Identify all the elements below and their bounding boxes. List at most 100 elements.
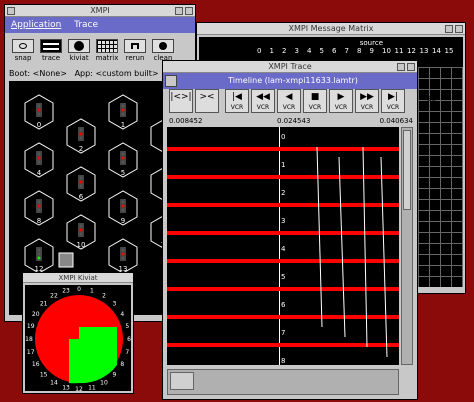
light-lamp (37, 152, 41, 156)
vcr-play-button[interactable]: ▶ VCR (329, 89, 353, 113)
main-title: XMPI (90, 6, 110, 15)
light-lamp (121, 208, 125, 212)
time-start: 0.008452 (169, 117, 203, 125)
timeline-menu-icon[interactable] (165, 75, 177, 87)
vcr-fast-rewind-button[interactable]: ◀◀ VCR (251, 89, 275, 113)
light-lamp (37, 156, 41, 160)
matrix-column-number: 15 (444, 47, 454, 55)
light-lamp (37, 160, 41, 164)
timeline-horizontal-scrollbar[interactable] (167, 369, 399, 395)
matrix-column-number: 11 (394, 47, 404, 55)
maximize-icon[interactable] (185, 7, 193, 15)
trace-button[interactable]: trace (39, 39, 63, 65)
rerun-icon (124, 39, 146, 53)
horizontal-scroll-thumb[interactable] (170, 372, 194, 390)
dial-number: 0 (77, 286, 81, 293)
dial-number: 14 (50, 379, 58, 386)
light-lamp (79, 184, 83, 188)
light-lamp (79, 136, 83, 140)
timeline-window: XMPI Trace Timeline (lam-xmpi11633.lamtr… (162, 60, 418, 400)
light-lamp (79, 132, 83, 136)
light-lamp (121, 252, 125, 256)
kiviat-canvas[interactable]: 0 1 2 3 4 5 6 7 8 9 10 11 12 13 14 15 16 17 18 19 20 21 22 23 (25, 285, 131, 393)
light-lamp (121, 156, 125, 160)
node-label-10: 10 (77, 241, 86, 249)
dial-number: 22 (50, 293, 58, 300)
vcr-stop-button[interactable]: ■ VCR (303, 89, 327, 113)
main-menubar: Application Trace (5, 17, 195, 33)
dial-number: 11 (88, 384, 96, 391)
vertical-scroll-thumb[interactable] (403, 130, 411, 210)
timeline-toolbar: |<>| >< |◀ VCR ◀◀ VCR ◀ VCR ■ VCR ▶ VCR ▶▶ VCR… (167, 89, 413, 115)
dial-number: 17 (27, 349, 35, 356)
light-lamp (79, 228, 83, 232)
vcr-fast-forward-button[interactable]: ▶▶ VCR (355, 89, 379, 113)
minimize-icon[interactable] (445, 25, 453, 33)
light-lamp (121, 200, 125, 204)
light-lamp (121, 108, 125, 112)
dial-number: 21 (40, 301, 48, 308)
timeline-vertical-scrollbar[interactable] (401, 127, 413, 365)
message-lines (316, 146, 388, 358)
matrix-title: XMPI Message Matrix (288, 24, 374, 33)
dial-number: 18 (25, 336, 33, 343)
minimize-icon[interactable] (175, 7, 183, 15)
time-axis: 0.008452 0.024543 0.040634 (167, 117, 413, 127)
node-label-1: 1 (121, 121, 125, 129)
dial-number: 3 (112, 301, 116, 308)
light-lamp (121, 104, 125, 108)
zoom-in-button[interactable]: >< (195, 89, 219, 113)
time-end: 0.040634 (379, 117, 413, 125)
camera-icon (12, 39, 34, 53)
kiviat-titlebar[interactable]: XMPI Kiviat (23, 273, 133, 283)
dial-number: 12 (75, 386, 83, 393)
dial-number: 5 (125, 323, 129, 330)
dial-number: 4 (120, 311, 124, 318)
dial-number: 7 (125, 349, 129, 356)
kiviat-title: XMPI Kiviat (58, 274, 98, 282)
matrix-column-number: 1 (269, 47, 274, 55)
maximize-icon[interactable] (407, 63, 415, 71)
light-lamp (37, 112, 41, 116)
timeline-canvas[interactable]: 012345678 (167, 127, 399, 365)
boot-label: Boot: <None> (9, 69, 67, 78)
minimize-icon[interactable] (397, 63, 405, 71)
matrix-titlebar[interactable]: XMPI Message Matrix (197, 23, 465, 35)
maximize-icon[interactable] (455, 25, 463, 33)
light-lamp (79, 176, 83, 180)
matrix-column-number: 14 (432, 47, 441, 55)
zoom-out-button[interactable]: |<>| (169, 89, 193, 113)
matrix-label: matrix (95, 54, 119, 62)
menu-trace[interactable]: Trace (74, 20, 98, 30)
dial-number: 16 (32, 361, 40, 368)
node-label-2: 2 (79, 145, 83, 153)
timeline-titlebar[interactable]: XMPI Trace (163, 61, 417, 73)
matrix-column-number: 12 (407, 47, 416, 55)
vcr-rewind-start-button[interactable]: |◀ VCR (225, 89, 249, 113)
timeline-subtitle-bar: Timeline (lam-xmpi11633.lamtr) (163, 73, 417, 89)
matrix-button[interactable]: matrix (95, 39, 119, 65)
menu-application[interactable]: Application (11, 20, 61, 30)
node-label-8: 8 (37, 217, 41, 225)
snap-button[interactable]: snap (11, 39, 35, 65)
matrix-column-number: 10 (382, 47, 391, 55)
dial-number: 8 (120, 361, 124, 368)
light-lamp (37, 104, 41, 108)
light-lamp (79, 180, 83, 184)
vcr-step-back-button[interactable]: ◀ VCR (277, 89, 301, 113)
light-lamp (79, 224, 83, 228)
light-lamp (37, 248, 41, 252)
light-lamp (79, 232, 83, 236)
matrix-column-number: 13 (419, 47, 429, 55)
main-titlebar[interactable]: XMPI (5, 5, 195, 17)
vcr-end-button[interactable]: ▶| VCR (381, 89, 405, 113)
rerun-button[interactable]: rerun (123, 39, 147, 65)
window-menu-icon[interactable] (7, 7, 15, 15)
light-lamp (121, 204, 125, 208)
kiviat-blocked-area (79, 327, 117, 384)
light-lamp (121, 160, 125, 164)
dial-number: 9 (112, 371, 116, 378)
kiviat-button[interactable]: kiviat (67, 39, 91, 65)
timeline-title: XMPI Trace (268, 62, 312, 71)
matrix-side-label: Se (427, 95, 436, 103)
